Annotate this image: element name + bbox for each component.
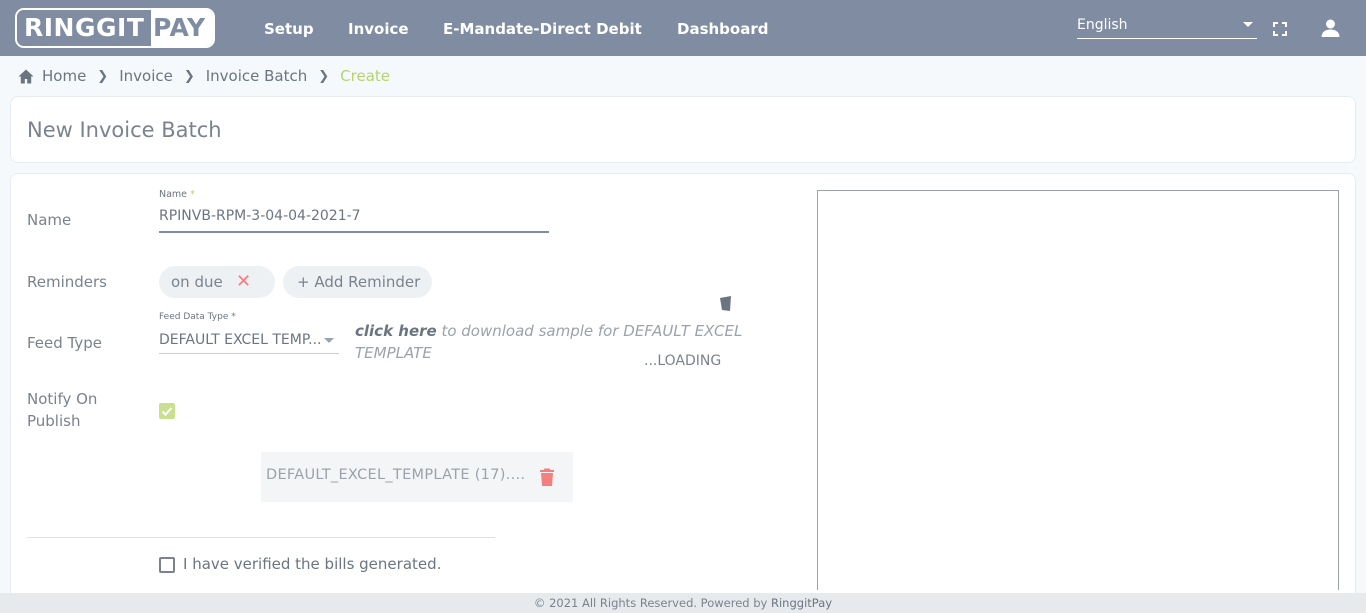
chevron-right-icon: ❯ [183,68,195,84]
breadcrumb-home[interactable]: Home [42,67,86,85]
chevron-down-icon [1243,22,1253,27]
preview-panel [817,190,1339,590]
footer-brand-link[interactable]: RinggitPay [771,596,832,610]
feed-data-type-label: Feed Data Type * [159,312,236,322]
breadcrumb-current: Create [340,67,391,85]
feed-type-row-label: Feed Type [27,334,103,352]
nav-setup[interactable]: Setup [264,20,314,38]
divider [27,537,495,538]
reminder-chip-label: on due [171,273,223,291]
nav-dashboard[interactable]: Dashboard [677,20,768,38]
reminders-row-label: Reminders [27,273,107,291]
loading-spinner-icon [720,296,731,311]
chevron-down-icon [324,338,334,343]
footer: © 2021 All Rights Reserved. Powered by R… [0,593,1366,613]
page-title: New Invoice Batch [27,118,222,142]
language-value: English [1077,17,1128,33]
loading-text: ...LOADING [644,353,722,369]
uploaded-file-item: DEFAULT_EXCEL_TEMPLATE (17).... [261,452,573,502]
nav-invoice[interactable]: Invoice [348,20,409,38]
feed-data-type-value: DEFAULT EXCEL TEMP... [159,332,322,348]
notify-on-publish-label: Notify On Publish [27,390,98,430]
name-row-label: Name [27,211,72,229]
top-navbar: RINGGIT PAY Setup Invoice E-Mandate-Dire… [0,0,1366,56]
page-title-card: New Invoice Batch [10,96,1356,163]
verify-bills-checkbox[interactable] [159,557,175,573]
ringgitpay-logo[interactable]: RINGGIT PAY [15,8,215,48]
breadcrumb: Home ❯ Invoice ❯ Invoice Batch ❯ Create [18,66,390,86]
notify-on-publish-checkbox[interactable] [159,403,175,419]
footer-copyright: © 2021 All Rights Reserved. Powered by [533,596,771,610]
reminder-chip-on-due: on due ✕ [159,266,275,298]
logo-text-left: RINGGIT [17,10,151,46]
fullscreen-icon[interactable] [1273,22,1287,36]
trash-icon[interactable] [540,468,554,486]
click-here-link[interactable]: click here [355,322,437,340]
verify-bills-label: I have verified the bills generated. [183,555,442,573]
name-input[interactable]: RPINVB-RPM-3-04-04-2021-7 [159,204,549,233]
name-field-label: Name * [159,189,195,200]
chevron-right-icon: ❯ [97,68,109,84]
close-icon[interactable]: ✕ [236,266,251,298]
breadcrumb-invoice-batch[interactable]: Invoice Batch [206,67,308,85]
home-icon[interactable] [18,69,34,84]
user-account-icon[interactable] [1321,19,1340,37]
breadcrumb-invoice[interactable]: Invoice [119,67,173,85]
chevron-right-icon: ❯ [318,68,330,84]
logo-text-right: PAY [151,10,213,46]
add-reminder-button[interactable]: + Add Reminder [283,266,432,298]
nav-e-mandate-direct-debit[interactable]: E-Mandate-Direct Debit [443,20,642,38]
feed-data-type-select[interactable]: DEFAULT EXCEL TEMP... [159,330,339,354]
uploaded-file-name: DEFAULT_EXCEL_TEMPLATE (17).... [266,467,526,483]
check-icon [161,407,173,416]
language-select[interactable]: English [1077,16,1257,39]
